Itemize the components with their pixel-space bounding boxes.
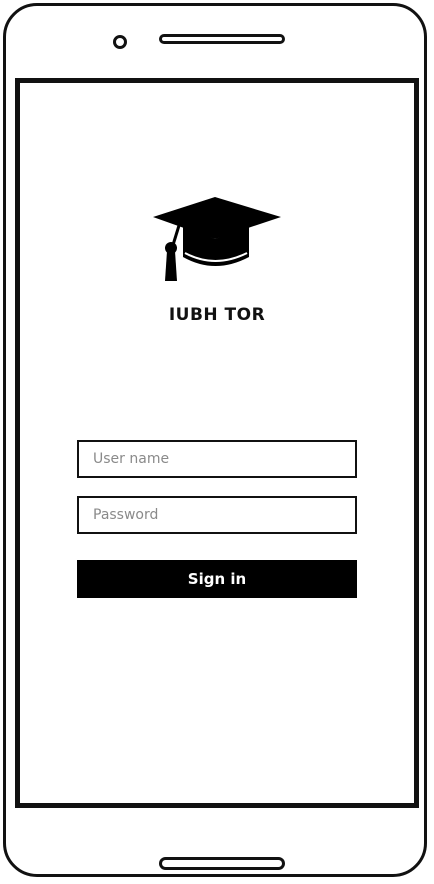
front-camera [113,35,127,49]
password-input[interactable] [77,496,357,534]
earpiece-speaker [159,34,285,44]
home-button[interactable] [159,857,285,870]
username-input[interactable] [77,440,357,478]
sign-in-button[interactable]: Sign in [77,560,357,598]
graduation-cap-icon [153,197,281,281]
app-title: IUBH TOR [168,305,266,325]
